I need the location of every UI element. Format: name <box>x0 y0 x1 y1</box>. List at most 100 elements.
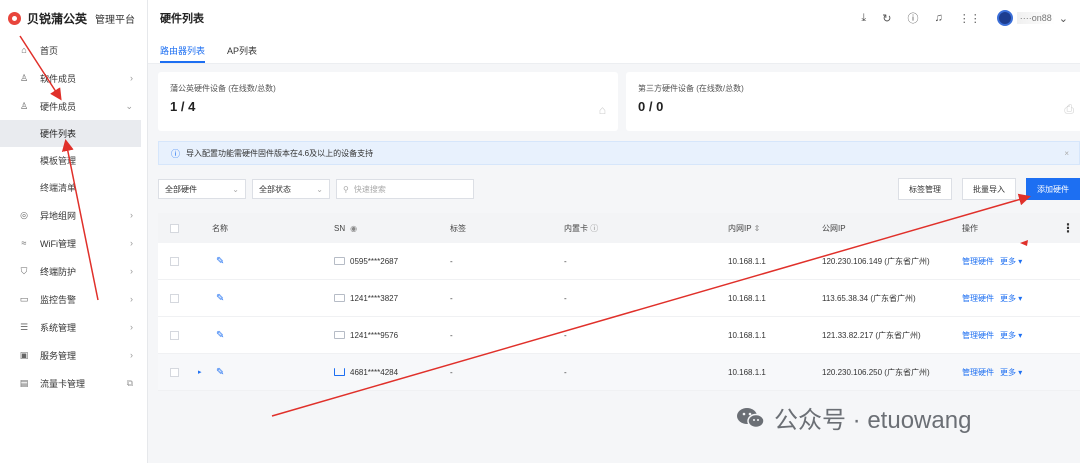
sidebar-item-sim-card[interactable]: ▤ 流量卡管理 ⧉ <box>0 369 147 397</box>
topbar-actions: ⤓ ↻ ⓘ ♫ ⋮⋮ ····on88 ⌄ <box>861 10 1068 26</box>
column-header-wan-ip: 公网IP <box>822 223 846 233</box>
column-header-actions: 操作 <box>962 223 978 233</box>
third-party-device-card: 第三方硬件设备 (在线数/总数) 0 / 0 ⎙ <box>626 72 1080 131</box>
column-settings-icon[interactable]: ⋮ <box>1062 221 1074 235</box>
lan-ip-cell: 10.168.1.1 <box>728 256 766 266</box>
edit-icon[interactable]: ✎ <box>216 293 224 304</box>
tag-management-button[interactable]: 标签管理 <box>898 178 952 200</box>
edit-icon[interactable]: ✎ <box>216 330 224 341</box>
info-icon: ⓘ <box>171 148 181 159</box>
more-menu[interactable]: 更多 ▾ <box>1000 256 1022 267</box>
sidebar-item-wifi[interactable]: ≈ WiFi管理 › <box>0 229 147 257</box>
more-menu[interactable]: 更多 ▾ <box>1000 367 1022 378</box>
help-icon[interactable]: ⓘ <box>590 224 598 233</box>
chevron-down-icon: ⌄ <box>316 184 323 194</box>
service-icon: ▣ <box>19 349 29 360</box>
hardware-type-select[interactable]: 全部硬件 ⌄ <box>158 179 246 199</box>
wan-ip-cell: 121.33.82.217 (广东省广州) <box>822 330 921 340</box>
sidebar-item-label: 硬件成员 <box>40 101 77 112</box>
sidebar-item-terminal-protection[interactable]: ⛉ 终端防护 › <box>0 257 147 285</box>
sim-cell: - <box>564 293 567 303</box>
edit-icon[interactable]: ✎ <box>216 256 224 267</box>
sort-icon[interactable]: ⇕ <box>754 224 761 233</box>
brand[interactable]: 贝锐蒲公英 管理平台 <box>0 0 147 36</box>
row-checkbox[interactable] <box>170 256 179 266</box>
edit-icon[interactable]: ✎ <box>216 367 224 378</box>
brand-subtitle: 管理平台 <box>95 14 136 26</box>
tab-ap-list[interactable]: AP列表 <box>227 36 257 63</box>
select-all-checkbox[interactable] <box>170 223 179 233</box>
row-checkbox[interactable] <box>170 367 179 377</box>
chevron-right-icon: › <box>130 350 133 360</box>
close-icon[interactable]: × <box>1064 149 1069 158</box>
manage-hardware-link[interactable]: 管理硬件 <box>962 330 994 341</box>
sidebar-item-hardware-members[interactable]: ♙ 硬件成员 ⌄ <box>0 92 147 120</box>
filter-bar: 全部硬件 ⌄ 全部状态 ⌄ ⚲ 快速搜索 标签管理 批量导入 添加硬件 <box>158 178 1080 200</box>
add-hardware-button[interactable]: 添加硬件 <box>1026 178 1080 200</box>
sidebar-item-home[interactable]: ⌂ 首页 <box>0 36 147 64</box>
sidebar-item-software-members[interactable]: ♙ 软件成员 › <box>0 64 147 92</box>
manage-hardware-link[interactable]: 管理硬件 <box>962 293 994 304</box>
manage-hardware-link[interactable]: 管理硬件 <box>962 367 994 378</box>
search-input[interactable]: ⚲ 快速搜索 <box>336 179 474 199</box>
sidebar-item-monitoring[interactable]: ▭ 监控告警 › <box>0 285 147 313</box>
shield-icon: ⛉ <box>20 265 28 276</box>
manage-hardware-link[interactable]: 管理硬件 <box>962 256 994 267</box>
actions-cell: 管理硬件 更多 ▾ <box>962 293 1022 304</box>
sidebar-subitem-terminal-list[interactable]: 终端清单 <box>0 174 147 201</box>
table-row: ✎ 1241****9576 - - 10.168.1.1 121.33.82.… <box>158 317 1080 354</box>
hardware-table: 名称 SN ◉ 标签 内置卡 ⓘ 内网IP ⇕ 公网IP 操作 ⋮ ✎ 0595*… <box>158 213 1080 391</box>
page-title: 硬件列表 <box>160 13 204 25</box>
user-menu[interactable]: ····on88 ⌄ <box>996 10 1068 26</box>
chevron-down-icon: ⌄ <box>125 100 133 111</box>
download-icon[interactable]: ⤓ <box>861 12 866 25</box>
help-icon[interactable]: ⓘ <box>908 10 919 26</box>
sidebar-subitem-hardware-list[interactable]: 硬件列表 <box>0 120 141 147</box>
network-icon: ◎ <box>20 209 28 220</box>
refresh-icon[interactable]: ↻ <box>882 12 891 25</box>
bell-icon[interactable]: ♫ <box>935 12 943 24</box>
column-header-lan-ip[interactable]: 内网IP ⇕ <box>728 223 760 234</box>
expand-row-icon[interactable]: ▸ <box>198 368 202 376</box>
table-row: ✎ 0595****2687 - - 10.168.1.1 120.230.10… <box>158 243 1080 280</box>
brand-logo-icon <box>8 11 21 25</box>
apps-grid-icon[interactable]: ⋮⋮ <box>959 12 981 25</box>
row-checkbox[interactable] <box>170 293 179 303</box>
sim-cell: - <box>564 256 567 266</box>
column-label: SN <box>334 223 346 233</box>
sn-cell: 1241****3827 <box>334 294 398 303</box>
card-label: 蒲公英硬件设备 (在线数/总数) <box>170 84 276 93</box>
user-icon: ♙ <box>19 72 29 83</box>
sim-cell: - <box>564 330 567 340</box>
wan-ip-cell: 120.230.106.149 (广东省广州) <box>822 256 930 266</box>
sidebar-item-system[interactable]: ☰ 系统管理 › <box>0 313 147 341</box>
column-header-tag: 标签 <box>450 223 466 233</box>
select-value: 全部状态 <box>259 184 291 194</box>
sidebar-item-label: 首页 <box>40 45 59 56</box>
select-value: 全部硬件 <box>165 184 197 194</box>
batch-import-button[interactable]: 批量导入 <box>962 178 1016 200</box>
sidebar-item-label: 软件成员 <box>40 73 77 84</box>
card-value: 1 / 4 <box>170 99 196 114</box>
table-row: ✎ 1241****3827 - - 10.168.1.1 113.65.38.… <box>158 280 1080 317</box>
sidebar-subitem-template-management[interactable]: 模板管理 <box>0 147 147 174</box>
column-header-sn[interactable]: SN ◉ <box>334 224 357 233</box>
summary-cards: 蒲公英硬件设备 (在线数/总数) 1 / 4 ⌂ 第三方硬件设备 (在线数/总数… <box>158 72 1080 131</box>
sidebar-item-service[interactable]: ▣ 服务管理 › <box>0 341 147 369</box>
home-icon: ⌂ <box>21 45 27 55</box>
eye-icon[interactable]: ◉ <box>350 224 357 233</box>
sidebar-item-remote-network[interactable]: ◎ 异地组网 › <box>0 201 147 229</box>
chevron-right-icon: › <box>130 238 133 248</box>
sn-cell: 0595****2687 <box>334 257 398 266</box>
tab-router-list[interactable]: 路由器列表 <box>160 36 206 63</box>
row-checkbox[interactable] <box>170 330 179 340</box>
table-row: ▸ ✎ 4681****4284 - - 10.168.1.1 120.230.… <box>158 354 1080 391</box>
sim-card-icon: ▤ <box>19 377 29 388</box>
device-icon <box>334 294 345 302</box>
status-select[interactable]: 全部状态 ⌄ <box>252 179 330 199</box>
more-label: 更多 <box>1000 256 1016 266</box>
app-root: 贝锐蒲公英 管理平台 ⌂ 首页 ♙ 软件成员 › ♙ 硬件成员 ⌄ 硬件列表 模… <box>0 0 1080 463</box>
tag-cell: - <box>450 293 453 303</box>
more-menu[interactable]: 更多 ▾ <box>1000 293 1022 304</box>
more-menu[interactable]: 更多 ▾ <box>1000 330 1022 341</box>
